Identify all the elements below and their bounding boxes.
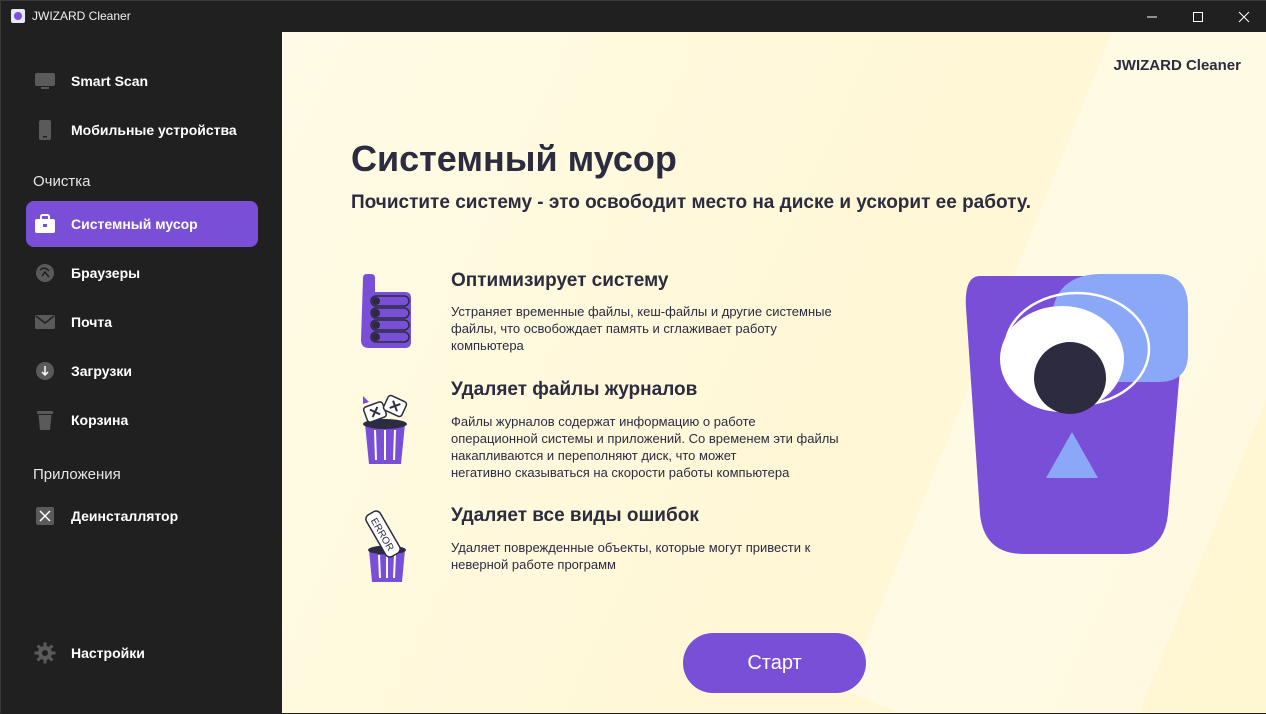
- sidebar-item-trash[interactable]: Корзина: [26, 397, 258, 443]
- start-button[interactable]: Старт: [683, 633, 866, 693]
- title-bar: JWIZARD Cleaner: [1, 1, 1266, 32]
- minimize-button[interactable]: [1129, 1, 1175, 32]
- sidebar-item-mail[interactable]: Почта: [26, 299, 258, 345]
- feature-title: Удаляет все виды ошибок: [451, 505, 699, 526]
- sidebar-item-label: Почта: [71, 314, 113, 330]
- sidebar-item-label: Smart Scan: [71, 73, 149, 89]
- feature-desc-line: неверной работе программ: [451, 557, 616, 572]
- error-bin-icon: ERROR: [355, 510, 415, 590]
- feature-description: Удаляет поврежденные объекты, которые мо…: [451, 539, 891, 573]
- briefcase-icon: [34, 213, 56, 235]
- feature-desc-line: накапливаются и переполняют диск, что мо…: [451, 448, 737, 463]
- feature-desc-line: Устраняет временные файлы, кеш-файлы и д…: [451, 304, 832, 319]
- phone-icon: [34, 119, 56, 141]
- feature-desc-line: компьютера: [451, 338, 524, 353]
- feature-desc-line: негативно сказываться на скорости работы…: [451, 465, 790, 480]
- thumbs-up-icon: [355, 274, 415, 354]
- sidebar-item-system-junk[interactable]: Системный мусор: [26, 201, 258, 247]
- main-panel: JWIZARD Cleaner Системный мусор Почистит…: [282, 32, 1266, 713]
- sidebar-item-uninstaller[interactable]: Деинсталлятор: [26, 493, 258, 539]
- feature-description: Устраняет временные файлы, кеш-файлы и д…: [451, 303, 891, 354]
- feature-desc-line: Удаляет поврежденные объекты, которые мо…: [451, 540, 811, 555]
- monitor-icon: [34, 70, 56, 92]
- sidebar-item-label: Системный мусор: [71, 216, 198, 232]
- sidebar-item-label: Загрузки: [71, 363, 132, 379]
- sidebar-item-settings[interactable]: Настройки: [26, 630, 258, 676]
- trash-icon: [34, 409, 56, 431]
- feature-desc-line: Файлы журналов содержат информацию о раб…: [451, 414, 756, 429]
- sidebar-item-label: Корзина: [71, 412, 129, 428]
- close-icon: [1238, 11, 1250, 22]
- close-button[interactable]: [1221, 1, 1266, 32]
- sidebar-item-smart-scan[interactable]: Smart Scan: [26, 58, 258, 104]
- minimize-icon: [1147, 16, 1157, 17]
- section-label-apps: Приложения: [33, 466, 121, 483]
- sidebar: Smart Scan Мобильные устройства Очистка …: [1, 32, 282, 714]
- mail-icon: [34, 311, 56, 333]
- sidebar-item-label: Браузеры: [71, 265, 141, 281]
- window-title: JWIZARD Cleaner: [32, 9, 131, 23]
- feature-desc-line: файлы, что освобождает память и сглажива…: [451, 321, 777, 336]
- uninstall-icon: [34, 505, 56, 527]
- sidebar-item-label: Мобильные устройства: [71, 122, 237, 138]
- maximize-button[interactable]: [1175, 1, 1221, 32]
- sidebar-item-label: Деинсталлятор: [71, 508, 179, 524]
- sidebar-item-mobile[interactable]: Мобильные устройства: [26, 107, 258, 153]
- brand-label: JWIZARD Cleaner: [1113, 57, 1241, 74]
- sidebar-item-browsers[interactable]: Браузеры: [26, 250, 258, 296]
- app-window: JWIZARD Cleaner Smart Scan Мобильные уст…: [0, 0, 1266, 714]
- feature-title: Удаляет файлы журналов: [451, 379, 698, 400]
- feature-title: Оптимизирует систему: [451, 270, 669, 291]
- browser-icon: [34, 262, 56, 284]
- app-icon: [11, 9, 25, 23]
- trash-bin-icon: [355, 394, 415, 474]
- gear-icon: [34, 642, 56, 664]
- page-subtitle: Почистите систему - это освободит место …: [351, 192, 1032, 213]
- page-title: Системный мусор: [351, 138, 677, 179]
- section-label-cleanup: Очистка: [33, 173, 91, 190]
- feature-desc-line: операционной системы и приложений. Со вр…: [451, 431, 839, 446]
- hero-illustration: [962, 274, 1197, 556]
- sidebar-item-downloads[interactable]: Загрузки: [26, 348, 258, 394]
- download-icon: [34, 360, 56, 382]
- maximize-icon: [1193, 11, 1203, 22]
- sidebar-item-label: Настройки: [71, 645, 145, 661]
- feature-description: Файлы журналов содержат информацию о раб…: [451, 413, 891, 481]
